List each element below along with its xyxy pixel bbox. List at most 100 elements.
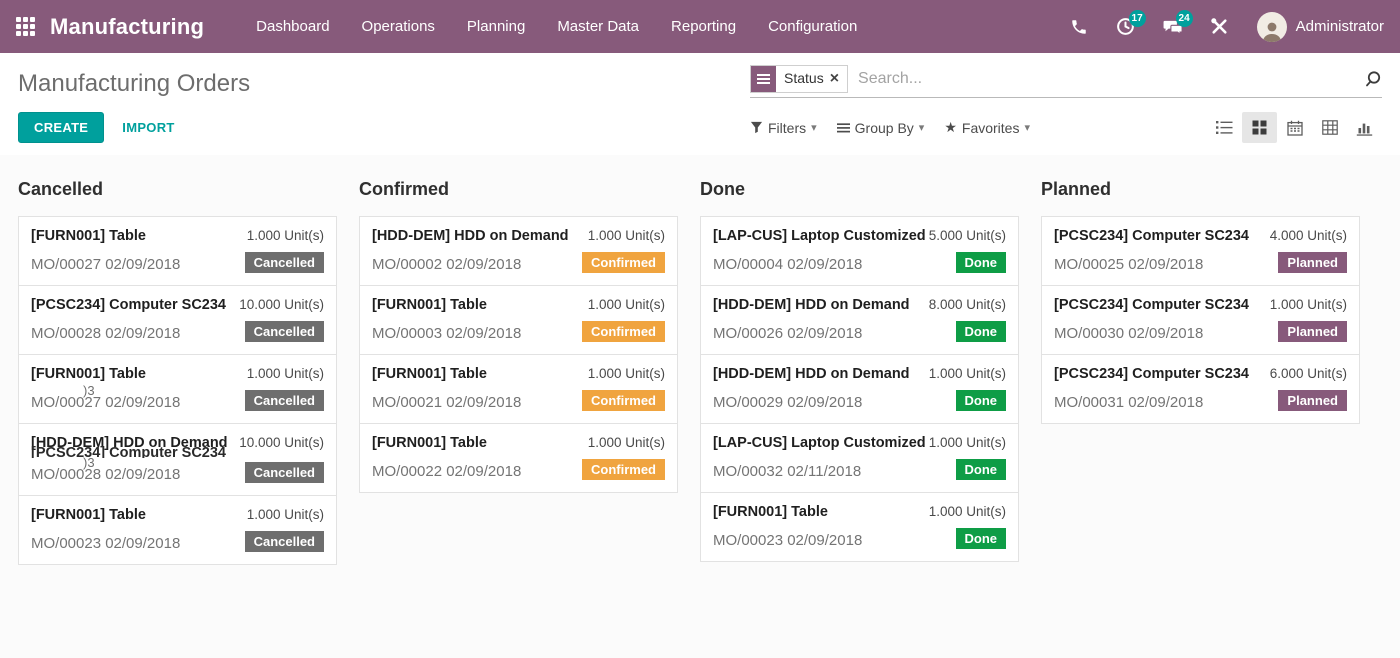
card-quantity: 5.000 Unit(s) — [929, 228, 1006, 243]
kanban-column: Cancelled [FURN001] Table MO/00027 02/09… — [18, 179, 337, 564]
star-icon: ★ — [944, 119, 957, 136]
kanban-column: Planned [PCSC234] Computer SC234 MO/0002… — [1041, 179, 1360, 564]
menu-reporting[interactable]: Reporting — [671, 1, 736, 52]
card-reference: MO/00025 02/09/2018 — [1054, 256, 1249, 273]
menu-operations[interactable]: Operations — [362, 1, 435, 52]
facet-label: Status — [776, 66, 830, 92]
kanban-card[interactable]: [PCSC234] Computer SC234 MO/00025 02/09/… — [1041, 216, 1360, 286]
card-quantity: 8.000 Unit(s) — [929, 297, 1006, 312]
chevron-down-icon: ▾ — [811, 121, 817, 134]
status-badge: Cancelled — [245, 462, 324, 483]
kanban-card[interactable]: [PCSC234] Computer SC234 MO/00031 02/09/… — [1041, 354, 1360, 424]
search-icon[interactable] — [1364, 70, 1382, 88]
status-badge: Done — [956, 321, 1007, 342]
card-reference: MO/00030 02/09/2018 — [1054, 325, 1249, 342]
calendar-view-button[interactable] — [1277, 112, 1312, 143]
kanban-card[interactable]: [HDD-DEM] HDD on Demand [PCSC234] Comput… — [18, 423, 337, 496]
card-quantity: 4.000 Unit(s) — [1270, 228, 1347, 243]
kanban-card[interactable]: [FURN001] Table )3 MO/00027 02/09/2018 1… — [18, 354, 337, 424]
activity-count-badge: 17 — [1129, 10, 1146, 27]
card-title: [FURN001] Table — [31, 507, 180, 523]
search-input[interactable] — [858, 70, 1356, 88]
card-quantity: 1.000 Unit(s) — [588, 228, 665, 243]
status-badge: Done — [956, 459, 1007, 480]
card-title: [FURN001] Table — [372, 297, 521, 313]
status-badge: Confirmed — [582, 459, 665, 480]
kanban-column: Confirmed [HDD-DEM] HDD on Demand MO/000… — [359, 179, 678, 564]
messages-chat-icon[interactable]: 24 — [1163, 17, 1183, 37]
status-badge: Planned — [1278, 390, 1347, 411]
card-title: [HDD-DEM] HDD on Demand — [713, 297, 910, 313]
kanban-card[interactable]: [LAP-CUS] Laptop Customized MO/00032 02/… — [700, 423, 1019, 493]
user-name: Administrator — [1296, 18, 1384, 35]
card-title: [LAP-CUS] Laptop Customized — [713, 228, 926, 244]
status-badge: Confirmed — [582, 252, 665, 273]
kanban-card[interactable]: [FURN001] Table MO/00023 02/09/2018 1.00… — [700, 492, 1019, 562]
apps-menu-icon[interactable] — [16, 17, 35, 36]
card-reference: )3 MO/00028 02/09/2018 — [31, 466, 228, 483]
create-button[interactable]: CREATE — [18, 112, 104, 143]
card-title: [FURN001] Table — [713, 504, 862, 520]
menu-configuration[interactable]: Configuration — [768, 1, 857, 52]
card-reference: MO/00032 02/11/2018 — [713, 463, 926, 480]
kanban-card[interactable]: [HDD-DEM] HDD on Demand MO/00026 02/09/2… — [700, 285, 1019, 355]
kanban-card[interactable]: [FURN001] Table MO/00027 02/09/2018 1.00… — [18, 216, 337, 286]
card-reference: MO/00023 02/09/2018 — [713, 532, 862, 549]
group-by-icon — [837, 122, 850, 134]
card-quantity: 1.000 Unit(s) — [929, 504, 1006, 519]
user-menu[interactable]: Administrator — [1257, 12, 1384, 42]
kanban-card[interactable]: [HDD-DEM] HDD on Demand MO/00002 02/09/2… — [359, 216, 678, 286]
filter-funnel-icon — [750, 121, 763, 134]
card-reference: MO/00003 02/09/2018 — [372, 325, 521, 342]
main-menu: Dashboard Operations Planning Master Dat… — [256, 1, 857, 52]
import-button[interactable]: IMPORT — [122, 120, 174, 135]
activities-clock-icon[interactable]: 17 — [1116, 17, 1136, 37]
column-header: Cancelled — [18, 179, 337, 200]
status-badge: Cancelled — [245, 252, 324, 273]
facet-remove-icon[interactable]: × — [830, 66, 847, 92]
kanban-card[interactable]: [FURN001] Table MO/00003 02/09/2018 1.00… — [359, 285, 678, 355]
kanban-card[interactable]: [PCSC234] Computer SC234 MO/00030 02/09/… — [1041, 285, 1360, 355]
card-reference: MO/00028 02/09/2018 — [31, 325, 226, 342]
card-title: [PCSC234] Computer SC234 — [1054, 228, 1249, 244]
render-glitch-artifact: )3 — [83, 383, 95, 398]
tools-icon[interactable] — [1210, 17, 1230, 37]
render-glitch-artifact: )3 — [83, 455, 95, 470]
kanban-card[interactable]: [HDD-DEM] HDD on Demand MO/00029 02/09/2… — [700, 354, 1019, 424]
app-title[interactable]: Manufacturing — [50, 14, 204, 40]
kanban-card[interactable]: [FURN001] Table MO/00022 02/09/2018 1.00… — [359, 423, 678, 493]
search-facet-status[interactable]: Status × — [750, 65, 848, 93]
card-reference: MO/00021 02/09/2018 — [372, 394, 521, 411]
menu-dashboard[interactable]: Dashboard — [256, 1, 329, 52]
group-by-facet-icon — [751, 66, 776, 92]
card-reference: MO/00026 02/09/2018 — [713, 325, 910, 342]
kanban-card[interactable]: [FURN001] Table MO/00021 02/09/2018 1.00… — [359, 354, 678, 424]
status-badge: Confirmed — [582, 390, 665, 411]
status-badge: Cancelled — [245, 390, 324, 411]
kanban-card[interactable]: [FURN001] Table MO/00023 02/09/2018 1.00… — [18, 495, 337, 565]
status-badge: Done — [956, 252, 1007, 273]
kanban-card[interactable]: [PCSC234] Computer SC234 MO/00028 02/09/… — [18, 285, 337, 355]
phone-icon[interactable] — [1069, 17, 1089, 37]
card-title: [PCSC234] Computer SC234 — [1054, 366, 1249, 382]
kanban-view-button[interactable] — [1242, 112, 1277, 143]
action-buttons: CREATE IMPORT — [18, 112, 750, 143]
kanban-card[interactable]: [LAP-CUS] Laptop Customized MO/00004 02/… — [700, 216, 1019, 286]
card-title: [PCSC234] Computer SC234 — [1054, 297, 1249, 313]
favorites-dropdown[interactable]: ★ Favorites ▾ — [944, 119, 1030, 136]
card-reference: MO/00002 02/09/2018 — [372, 256, 569, 273]
status-badge: Cancelled — [245, 531, 324, 552]
filters-dropdown[interactable]: Filters ▾ — [750, 120, 817, 136]
card-title: [HDD-DEM] HDD on Demand — [372, 228, 569, 244]
group-by-label: Group By — [855, 120, 914, 136]
kanban-column: Done [LAP-CUS] Laptop Customized MO/0000… — [700, 179, 1019, 564]
pivot-view-button[interactable] — [1312, 112, 1347, 143]
menu-planning[interactable]: Planning — [467, 1, 525, 52]
column-header: Done — [700, 179, 1019, 200]
search-bar: Status × — [750, 65, 1382, 98]
group-by-dropdown[interactable]: Group By ▾ — [837, 120, 925, 136]
menu-master-data[interactable]: Master Data — [557, 1, 639, 52]
card-reference: MO/00022 02/09/2018 — [372, 463, 521, 480]
graph-view-button[interactable] — [1347, 112, 1382, 143]
list-view-button[interactable] — [1207, 112, 1242, 143]
